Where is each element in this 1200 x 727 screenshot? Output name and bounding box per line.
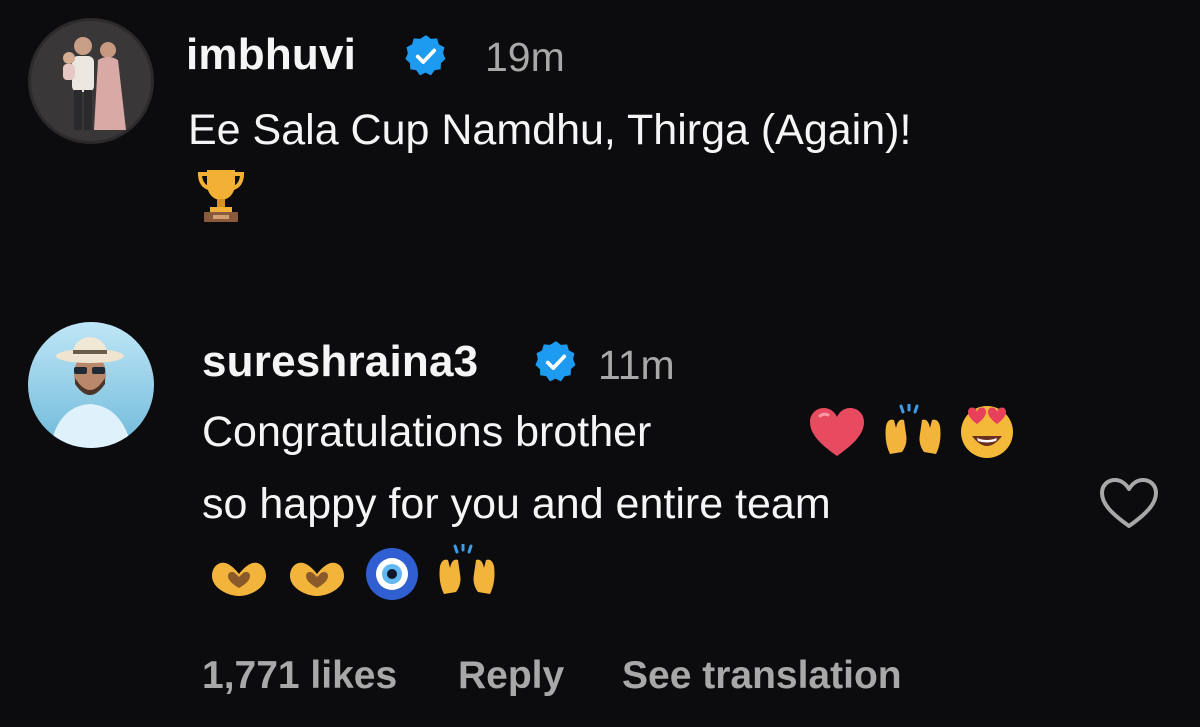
smiling-face-heart-eyes-emoji bbox=[958, 402, 1016, 460]
likes-count[interactable]: 1,771 likes bbox=[202, 654, 397, 698]
heart-hands-emoji bbox=[208, 556, 270, 600]
comment-text: Ee Sala Cup Namdhu, Thirga (Again)! bbox=[188, 106, 912, 154]
avatar[interactable] bbox=[28, 18, 154, 144]
verified-badge-icon bbox=[535, 341, 576, 382]
trophy-emoji bbox=[198, 166, 244, 222]
verified-badge-icon bbox=[405, 35, 446, 76]
raising-hands-emoji bbox=[436, 544, 498, 598]
username[interactable]: sureshraina3 bbox=[202, 337, 478, 387]
heart-outline-icon[interactable] bbox=[1098, 476, 1160, 537]
nazar-amulet-emoji bbox=[364, 546, 420, 602]
see-translation-button[interactable]: See translation bbox=[622, 654, 902, 698]
comment-time: 19m bbox=[485, 34, 565, 80]
comment-text-line-1: Congratulations brother bbox=[202, 408, 652, 456]
username[interactable]: imbhuvi bbox=[186, 30, 356, 80]
heart-hands-emoji bbox=[286, 556, 348, 600]
comment-time: 11m bbox=[598, 342, 675, 388]
avatar[interactable] bbox=[28, 322, 154, 448]
reply-button[interactable]: Reply bbox=[458, 654, 564, 698]
comment-text-line-2: so happy for you and entire team bbox=[202, 480, 831, 528]
red-heart-emoji bbox=[808, 406, 866, 458]
raising-hands-emoji bbox=[882, 404, 944, 458]
